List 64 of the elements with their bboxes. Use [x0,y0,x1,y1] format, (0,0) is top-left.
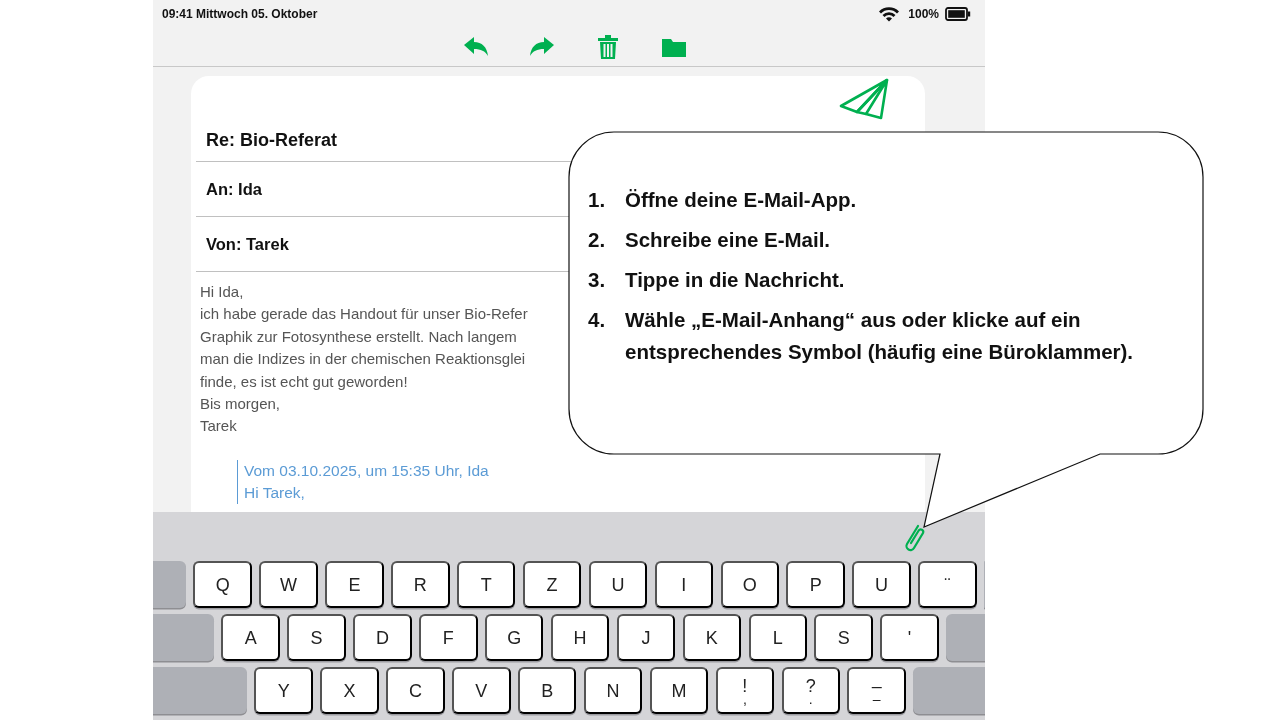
paperclip-icon[interactable] [902,522,926,554]
modifier-key[interactable] [946,614,985,661]
keyboard-key[interactable]: L [748,614,807,661]
keyboard-key[interactable]: W [259,561,318,608]
keyboard-key[interactable]: B [517,667,577,714]
battery-percentage: 100% [908,7,939,21]
keyboard-key[interactable]: R [391,561,450,608]
keyboard-key[interactable]: H [550,614,610,661]
subject-field[interactable]: Re: Bio-Referat [206,130,338,151]
step-number: 4. [588,307,607,333]
modifier-key[interactable] [913,667,985,714]
keyboard-key[interactable]: T [456,561,516,608]
keyboard-key[interactable]: X [320,667,379,714]
step-text: Tippe in die Nachricht. [625,267,845,293]
message-text-line: Graphik zur Fotosynthese erstellt. Nach langem [200,326,517,347]
send-icon[interactable] [839,78,891,120]
keyboard-key[interactable]: M [649,667,709,714]
recipient-field[interactable]: An: Ida [206,179,262,199]
step-number: 3. [588,267,607,293]
message-text-line: Tarek [200,416,237,437]
message-text-line: Bis morgen, [200,394,281,415]
keyboard-key[interactable]: F [419,614,478,661]
message-text-line: Hi Ida, [200,282,244,302]
keyboard-key[interactable]: I [654,561,714,608]
quoted-text-line: Hi Tarek, [244,482,305,503]
wifi-icon [878,6,901,22]
keyboard-key[interactable]: D [353,614,412,661]
status-time-date: 09:41 Mittwoch 05. Oktober [162,7,318,21]
message-text-line: man die Indizes in der chemischen Reaktionsglei [200,349,526,370]
sender-field[interactable]: Von: Tarek [206,234,289,254]
keyboard-key[interactable]: ' [880,614,939,661]
modifier-key[interactable] [153,667,247,714]
keyboard-key[interactable]: U [852,561,911,608]
battery-icon [945,7,971,21]
keyboard-key[interactable]: – – [847,667,906,714]
keyboard-key[interactable]: O [720,561,779,608]
keyboard-key[interactable]: P [786,561,845,608]
keyboard-key[interactable]: S [814,614,873,661]
keyboard-key[interactable]: E [325,561,384,608]
keyboard-key[interactable]: ! , [715,667,775,714]
message-text-line: finde, es ist echt gut geworden! [200,371,408,392]
step-text: Schreibe eine E-Mail. [625,227,831,253]
step-number: 1. [588,187,607,213]
step-text: Öffne deine E-Mail-App. [625,187,857,213]
keyboard-key[interactable]: A [221,614,280,661]
step-text: Wähle „E-Mail-Anhang“ aus oder klicke auf ein entsprechendes Symbol (häufig eine Büroklammer). [625,307,1135,365]
keyboard-key[interactable]: S [287,614,346,661]
keyboard-key[interactable]: C [386,667,445,714]
keyboard-key[interactable]: N [583,667,643,714]
keyboard-key[interactable]: J [616,614,676,661]
keyboard-key[interactable]: ? . [781,667,840,714]
step-number: 2. [588,227,607,253]
keyboard-key[interactable]: V [452,667,511,714]
keyboard-key[interactable]: Q [193,561,252,608]
keyboard-key[interactable]: G [484,614,544,661]
keyboard-key[interactable]: ¨ [918,561,977,608]
message-text-line: ich habe gerade das Handout für unser Bio-Refer [200,304,528,325]
keyboard-key[interactable]: Y [254,667,313,714]
keyboard-key[interactable]: U [588,561,648,608]
keyboard-key[interactable]: Z [522,561,582,608]
modifier-key[interactable] [153,561,186,608]
modifier-key[interactable] [153,614,214,661]
quoted-text-line: Vom 03.10.2025, um 15:35 Uhr, Ida [244,460,489,481]
keyboard-key[interactable]: K [682,614,742,661]
